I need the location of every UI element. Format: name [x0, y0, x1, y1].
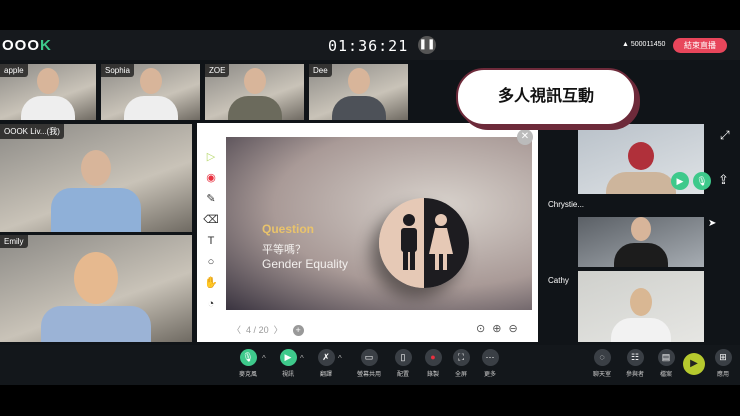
participant-video	[123, 68, 178, 120]
video-tile[interactable]: Emily	[0, 235, 192, 342]
record-icon: ●	[424, 349, 442, 366]
toolbar-label: 螢幕共用	[356, 372, 381, 378]
participant-video	[331, 68, 386, 120]
restroom-icon	[401, 214, 453, 270]
video-tile[interactable]	[578, 217, 704, 267]
participant-video	[51, 150, 141, 232]
top-bar: OOOK 01:36:21 ❚❚ ▲ 500011450 結束直播	[0, 30, 740, 60]
pause-button[interactable]: ❚❚	[418, 36, 436, 54]
camera-on-icon[interactable]: ▶	[671, 172, 689, 190]
video-tile[interactable]: Sophia	[101, 64, 200, 120]
participant-name: Dee	[309, 64, 332, 77]
participant-video	[614, 217, 668, 267]
toolbar-label: 聊天室	[592, 372, 611, 378]
chat-icon: ◌	[593, 349, 611, 366]
total-pages: 20	[258, 325, 269, 335]
more-button[interactable]: ⋯ 更多	[470, 349, 510, 378]
participant-name: Emily	[0, 235, 28, 248]
video-tile[interactable]	[578, 271, 704, 342]
zoom-out-icon[interactable]: ⊖	[508, 323, 524, 335]
toolbar-label: 檔案	[659, 372, 672, 378]
logo: OOOK	[2, 37, 52, 54]
slide-pager: 〈 4 / 20 〉 +	[232, 323, 304, 336]
end-live-button[interactable]: 結束直播	[673, 38, 727, 53]
toolbar-label: 錄製	[426, 372, 439, 378]
zoom-in-icon[interactable]: ⊕	[492, 323, 508, 335]
participant-name: Cathy	[548, 276, 569, 285]
apps-icon: ⊞	[714, 349, 732, 366]
more-icon: ⋯	[481, 349, 499, 366]
play-button[interactable]: ▶	[683, 353, 705, 375]
pen-tool-icon[interactable]: ✎	[203, 189, 219, 210]
layout-icon: ▯	[394, 349, 412, 366]
close-slide-button[interactable]: ✕	[517, 129, 533, 145]
presentation-slide: Question 平等嗎？ Gender Equality	[226, 137, 532, 310]
participant-video	[227, 68, 282, 120]
feature-callout: 多人視訊互動	[456, 68, 636, 126]
gender-sign-image	[379, 198, 469, 288]
screen-share-icon: ▭	[360, 349, 378, 366]
fullscreen-icon: ⛶	[452, 349, 470, 366]
share-icon[interactable]: ⇪	[718, 172, 729, 188]
file-icon: ▤	[657, 349, 675, 366]
current-page: 4	[246, 325, 252, 335]
eraser-tool-icon[interactable]: ⌫	[203, 210, 219, 231]
locate-icon[interactable]: ⊙	[476, 323, 492, 335]
cursor-icon: ➤	[708, 218, 717, 229]
apps-button[interactable]: ⊞ 應用	[703, 349, 740, 378]
zoom-controls: ⊙⊕⊖	[476, 322, 525, 335]
prev-page-button[interactable]: 〈	[232, 325, 241, 335]
video-tile[interactable]: Dee	[309, 64, 408, 120]
participant-video	[21, 68, 75, 120]
user-id: ▲ 500011450	[622, 41, 666, 48]
slide-title: Question	[262, 222, 315, 236]
slide-line-2: Gender Equality	[262, 257, 349, 271]
video-tile[interactable]: apple	[0, 64, 96, 120]
toolbar-label: 全屏	[454, 372, 467, 378]
camera-options-caret[interactable]: ^	[300, 354, 304, 363]
hand-tool-icon[interactable]: ✋	[203, 273, 219, 294]
participant-video	[606, 142, 676, 194]
mic-icon: 🎙	[239, 349, 257, 366]
slide-line-1: 平等嗎？	[262, 244, 306, 256]
text-tool-icon[interactable]: T	[203, 231, 219, 252]
video-tile[interactable]: ZOE	[205, 64, 304, 120]
toolbar-label: 應用	[716, 372, 729, 378]
file-button[interactable]: ▤ 檔案	[646, 349, 686, 378]
video-tile[interactable]: OOOK Liv...(我)	[0, 124, 192, 232]
add-page-button[interactable]: +	[292, 325, 304, 336]
toolbar-label: 配置	[396, 372, 409, 378]
mic-on-icon[interactable]: 🎙	[693, 172, 711, 190]
user-id-text: 500011450	[630, 41, 666, 48]
whiteboard-tools: ▷ ◉ ✎ ⌫ T ○ ✋ ◔	[203, 147, 219, 315]
participant-name: OOOK Liv...(我)	[0, 124, 64, 139]
camera-icon: ▶	[279, 349, 297, 366]
next-page-button[interactable]: 〉	[274, 325, 283, 335]
toolbar-label: 參與者	[625, 372, 644, 378]
palette-tool-icon[interactable]: ◔	[203, 294, 219, 315]
toolbar-label: 視訊	[281, 372, 294, 378]
session-timer: 01:36:21	[328, 37, 409, 55]
shape-tool-icon[interactable]: ○	[203, 252, 219, 273]
toolbar-label: 翻譯	[319, 372, 332, 378]
pointer-tool-icon[interactable]: ▷	[203, 147, 219, 168]
mic-options-caret[interactable]: ^	[262, 354, 266, 363]
laser-tool-icon[interactable]: ◉	[203, 168, 219, 189]
toolbar-label: 麥克風	[238, 372, 257, 378]
expand-icon[interactable]: ⤢	[720, 128, 730, 143]
participants-icon: ☷	[626, 349, 644, 366]
toolbar-label: 更多	[483, 372, 496, 378]
participant-video	[611, 288, 671, 342]
participant-name: Chrystie...	[548, 200, 585, 209]
bottom-toolbar: 🎙 麥克風 ^ ▶ 視訊 ^ ✗ 翻譯 ^ ▭ 螢幕共用 ▯ 配置 ● 錄製 ⛶ 全屏 ⋯ 更多…	[0, 345, 740, 385]
participant-name: ZOE	[205, 64, 230, 77]
translate-icon: ✗	[317, 349, 335, 366]
translate-options-caret[interactable]: ^	[338, 354, 342, 363]
callout-text: 多人視訊互動	[497, 88, 594, 105]
participant-video	[41, 252, 151, 342]
